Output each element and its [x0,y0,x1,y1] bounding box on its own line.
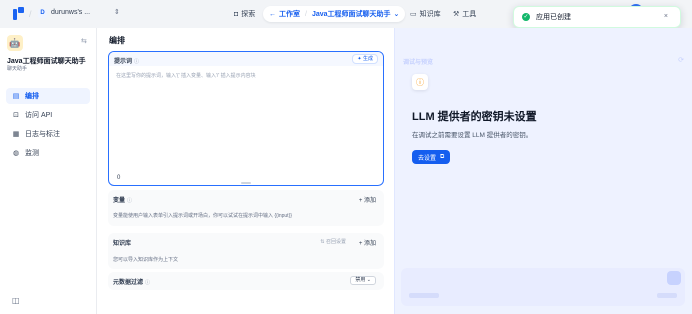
prompt-label: 提示词 ⓘ [114,59,140,65]
sidebar-menu: ▤ 编排 ⊡ 访问 API ▦ 日志与标注 ◍ 监测 [6,88,90,164]
llm-key-warning: ⓘ LLM 提供者的密钥未设置 在调试之前需要设置 LLM 提供者的密钥。 去设… [406,74,606,174]
go-settings-button[interactable]: 去设置 ⧉ [412,150,451,164]
app-sidebar: 🤖 ⇆ Java工程师面试聊天助手 聊天助手 ▤ 编排 ⊡ 访问 API ▦ 日… [0,28,97,314]
workspace-badge[interactable]: D [38,9,47,18]
prompt-editor[interactable]: 提示词 ⓘ ✦ 生成 在这里写你的提示词，输入'{' 插入变量、输入'/' 插入提… [108,51,384,186]
sidebar-collapse-icon[interactable]: ◫ [12,296,20,305]
check-circle-icon: ✓ [522,13,530,21]
prompt-header: 提示词 ⓘ ✦ 生成 [109,52,383,66]
orchestrate-panel: 编排 提示词 ⓘ ✦ 生成 在这里写你的提示词，输入'{' 插入变量、输入'/' … [97,28,394,314]
refresh-icon[interactable]: ⟳ [678,56,684,64]
switch-icon[interactable]: ⇆ [81,37,87,45]
variables-desc: 变量能使用户输入表单引入提示词或开场白，你可以试试在提示词中输入 {{input… [113,213,292,219]
variables-title: 变量 ⓘ [113,198,133,204]
debug-title: 调试与预览 [403,60,434,66]
sidebar-item-api[interactable]: ⊡ 访问 API [6,107,90,123]
nav-explore-label: 探索 [241,11,256,18]
send-icon[interactable] [667,271,681,285]
llm-warning-desc: 在调试之前需要设置 LLM 提供者的密钥。 [412,132,533,139]
chat-toolbar-left [409,293,439,298]
app-type: 聊天助手 [7,66,28,72]
alert-circle-icon: ⓘ [412,74,428,90]
arrow-left-icon: ← [269,10,276,18]
nav-datasets[interactable]: ▭ 知识库 [404,6,447,22]
sidebar-item-label: 编排 [25,93,39,100]
nav-separator: / [305,10,307,18]
generate-button[interactable]: ✦ 生成 [352,54,378,64]
prompt-char-count: 0 [117,175,121,181]
sidebar-item-logs[interactable]: ▦ 日志与标注 [6,126,90,142]
prompt-placeholder[interactable]: 在这里写你的提示词，输入'{' 插入变量、输入'/' 插入提示内容块 [116,72,256,79]
knowledge-desc: 您可以导入知识库作为上下文 [113,257,179,263]
book-icon: ▭ [410,11,417,18]
knowledge-card: 知识库 ⇅ 召回设置 + 添加 您可以导入知识库作为上下文 [108,233,384,269]
resize-handle[interactable] [241,182,251,184]
external-link-icon: ⧉ [440,153,445,160]
nav-tools-label: 工具 [462,11,477,18]
breadcrumb-separator: / [29,9,32,19]
success-toast: ✓ 应用已创建 × [513,6,681,28]
variables-card: 变量 ⓘ + 添加 变量能使用户输入表单引入提示词或开场白，你可以试试在提示词中输… [108,190,384,226]
llm-warning-title: LLM 提供者的密钥未设置 [412,111,537,123]
nav-explore[interactable]: ◘ 探索 [228,6,261,22]
chevron-updown-icon[interactable]: ⇕ [114,8,120,16]
monitor-icon: ◍ [12,150,20,157]
sidebar-item-label: 访问 API [25,112,53,119]
chevron-down-icon[interactable]: ⌄ [394,10,400,18]
api-icon: ⊡ [13,112,19,119]
chat-toolbar-right [657,293,677,298]
nav-studio-label: 工作室 [279,11,300,18]
nav-studio[interactable]: ← 工作室 / Java工程师面试聊天助手 ⌄ [263,6,406,22]
nav-app-name[interactable]: Java工程师面试聊天助手 [312,9,391,19]
info-icon: ⓘ [127,198,133,204]
close-icon[interactable]: × [664,13,668,20]
sidebar-item-monitor[interactable]: ◍ 监测 [6,145,90,161]
metadata-filter-select[interactable]: 禁用 ⌄ [350,276,376,285]
toast-message: 应用已创建 [536,14,571,21]
chat-input-placeholder[interactable] [401,268,685,306]
info-icon: ⓘ [134,59,140,65]
nav-tools[interactable]: ⚒ 工具 [447,6,482,22]
sidebar-item-label: 监测 [25,150,39,157]
workspace-name[interactable]: durunws's ... [51,9,90,16]
page-title: 编排 [109,36,125,45]
sidebar-item-label: 日志与标注 [25,131,60,138]
knowledge-title: 知识库 [113,241,132,247]
recall-settings-button[interactable]: ⇅ 召回设置 [320,238,346,245]
nav-datasets-label: 知识库 [419,11,441,18]
tools-icon: ⚒ [453,11,460,18]
add-knowledge-button[interactable]: + 添加 [359,238,376,247]
dify-logo[interactable] [13,7,25,20]
sidebar-item-orchestrate[interactable]: ▤ 编排 [6,88,90,104]
add-variable-button[interactable]: + 添加 [359,195,376,204]
orchestrate-icon: ▤ [12,93,20,100]
metadata-title: 元数据过滤 ⓘ [113,280,151,286]
app-avatar-icon: 🤖 [7,35,23,51]
compass-icon: ◘ [234,10,239,18]
metadata-filter-card: 元数据过滤 ⓘ 禁用 ⌄ [108,272,384,290]
logs-icon: ▦ [12,131,20,138]
info-icon: ⓘ [145,280,151,286]
